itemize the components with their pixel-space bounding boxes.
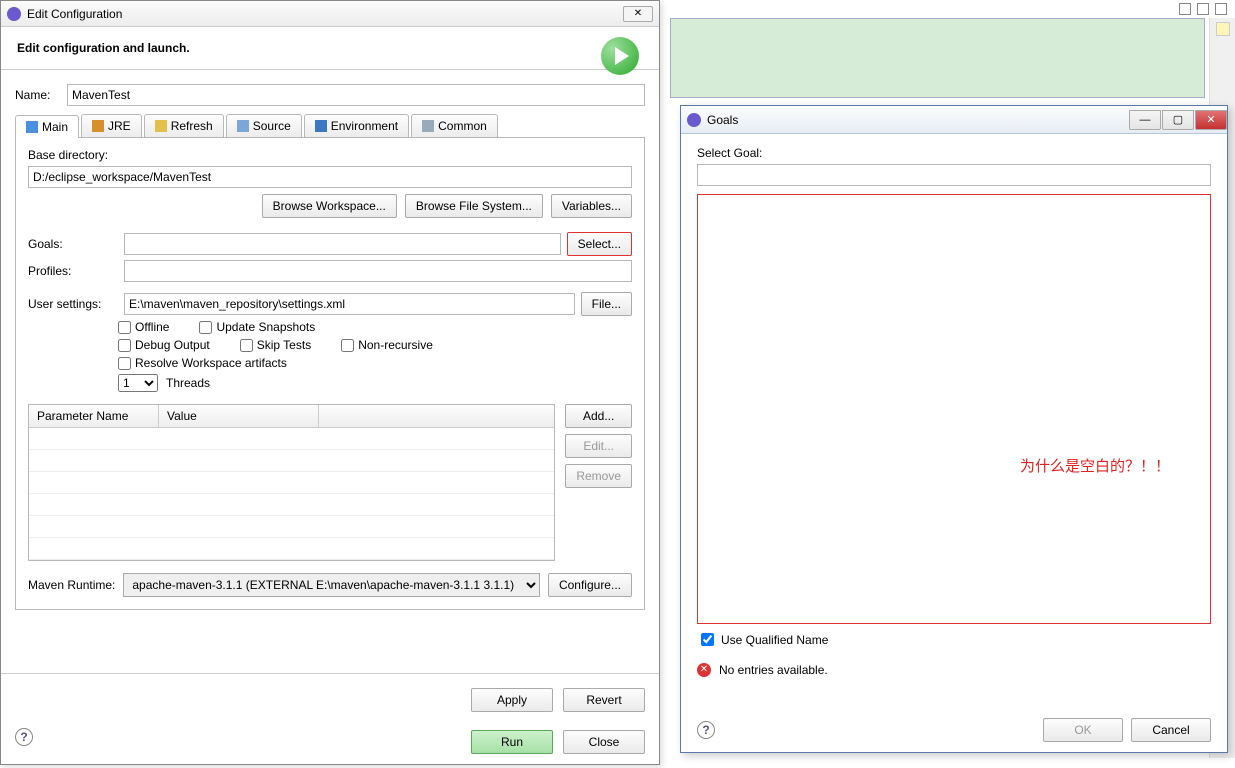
- tab-label: Main: [42, 120, 68, 134]
- maven-runtime-select[interactable]: apache-maven-3.1.1 (EXTERNAL E:\maven\ap…: [123, 573, 540, 597]
- use-qualified-name-checkbox[interactable]: [701, 633, 714, 646]
- tab-main[interactable]: Main: [15, 115, 79, 138]
- table-row[interactable]: [29, 428, 554, 450]
- name-label: Name:: [15, 88, 61, 102]
- configure-button[interactable]: Configure...: [548, 573, 632, 597]
- error-text: No entries available.: [719, 663, 828, 677]
- threads-select[interactable]: 1: [118, 374, 158, 392]
- dialog-titlebar[interactable]: Edit Configuration ✕: [1, 1, 659, 27]
- non-recursive-checkbox[interactable]: Non-recursive: [341, 338, 433, 352]
- eclipse-icon: [7, 7, 21, 21]
- eclipse-icon: [687, 113, 701, 127]
- dialog-title: Edit Configuration: [27, 7, 122, 21]
- col-value[interactable]: Value: [159, 405, 319, 427]
- table-row[interactable]: [29, 538, 554, 560]
- ok-button[interactable]: OK: [1043, 718, 1123, 742]
- tab-label: JRE: [108, 119, 131, 133]
- ide-editor-area: [670, 18, 1205, 98]
- main-icon: [26, 121, 38, 133]
- config-tabs: Main JRE Refresh Source Environment Comm…: [15, 114, 645, 138]
- debug-output-checkbox[interactable]: Debug Output: [118, 338, 210, 352]
- cancel-button[interactable]: Cancel: [1131, 718, 1211, 742]
- jre-icon: [92, 120, 104, 132]
- goals-input[interactable]: [124, 233, 561, 255]
- col-parameter-name[interactable]: Parameter Name: [29, 405, 159, 427]
- close-button[interactable]: ✕: [1195, 110, 1227, 130]
- tab-refresh[interactable]: Refresh: [144, 114, 224, 137]
- help-icon[interactable]: ?: [15, 728, 33, 746]
- dialog-banner: Edit configuration and launch.: [1, 27, 659, 70]
- variables-button[interactable]: Variables...: [551, 194, 632, 218]
- select-goals-button[interactable]: Select...: [567, 232, 632, 256]
- basedir-label: Base directory:: [28, 148, 632, 162]
- add-button[interactable]: Add...: [565, 404, 632, 428]
- main-tab-panel: Base directory: Browse Workspace... Brow…: [15, 137, 645, 610]
- name-input[interactable]: [67, 84, 645, 106]
- usersettings-label: User settings:: [28, 297, 118, 311]
- usersettings-input[interactable]: [124, 293, 575, 315]
- run-icon: [601, 37, 639, 75]
- remove-button[interactable]: Remove: [565, 464, 632, 488]
- ide-btn[interactable]: [1179, 3, 1191, 15]
- source-icon: [237, 120, 249, 132]
- ide-toolbar: [670, 0, 1235, 18]
- maven-runtime-label: Maven Runtime:: [28, 578, 115, 592]
- goals-label: Goals:: [28, 237, 118, 251]
- table-row[interactable]: [29, 494, 554, 516]
- goals-titlebar[interactable]: Goals — ▢ ✕: [681, 106, 1227, 134]
- close-icon[interactable]: ✕: [623, 6, 653, 22]
- apply-button[interactable]: Apply: [471, 688, 553, 712]
- maximize-button[interactable]: ▢: [1162, 110, 1194, 130]
- table-row[interactable]: [29, 516, 554, 538]
- table-row[interactable]: [29, 472, 554, 494]
- resolve-workspace-checkbox[interactable]: Resolve Workspace artifacts: [118, 356, 287, 370]
- update-snapshots-checkbox[interactable]: Update Snapshots: [199, 320, 315, 334]
- select-goal-input[interactable]: [697, 164, 1211, 186]
- edit-configuration-dialog: Edit Configuration ✕ Edit configuration …: [0, 0, 660, 765]
- threads-label: Threads: [166, 376, 210, 390]
- help-icon[interactable]: ?: [697, 721, 715, 739]
- parameters-table[interactable]: Parameter Name Value: [28, 404, 555, 561]
- common-icon: [422, 120, 434, 132]
- file-button[interactable]: File...: [581, 292, 632, 316]
- table-row[interactable]: [29, 450, 554, 472]
- goals-dialog: Goals — ▢ ✕ Select Goal: 为什么是空白的？！！ Use …: [680, 105, 1228, 753]
- close-button[interactable]: Close: [563, 730, 645, 754]
- browse-workspace-button[interactable]: Browse Workspace...: [262, 194, 397, 218]
- tab-label: Environment: [331, 119, 398, 133]
- profiles-input[interactable]: [124, 260, 632, 282]
- goals-title: Goals: [707, 113, 738, 127]
- profiles-label: Profiles:: [28, 264, 118, 278]
- revert-button[interactable]: Revert: [563, 688, 645, 712]
- goals-list[interactable]: 为什么是空白的？！！: [697, 194, 1211, 624]
- ide-btn[interactable]: [1215, 3, 1227, 15]
- tab-common[interactable]: Common: [411, 114, 498, 137]
- error-icon: ✕: [697, 663, 711, 677]
- environment-icon: [315, 120, 327, 132]
- tab-label: Refresh: [171, 119, 213, 133]
- col-spacer: [319, 405, 554, 427]
- tab-label: Source: [253, 119, 291, 133]
- tab-jre[interactable]: JRE: [81, 114, 142, 137]
- scrollbar-thumb[interactable]: [1216, 22, 1230, 36]
- annotation-text: 为什么是空白的？！！: [1020, 455, 1170, 476]
- banner-text: Edit configuration and launch.: [17, 41, 190, 55]
- edit-button[interactable]: Edit...: [565, 434, 632, 458]
- skip-tests-checkbox[interactable]: Skip Tests: [240, 338, 311, 352]
- tab-label: Common: [438, 119, 487, 133]
- refresh-icon: [155, 120, 167, 132]
- tab-source[interactable]: Source: [226, 114, 302, 137]
- tab-environment[interactable]: Environment: [304, 114, 409, 137]
- select-goal-label: Select Goal:: [697, 146, 1211, 160]
- use-qualified-name-label: Use Qualified Name: [721, 633, 828, 647]
- ide-btn[interactable]: [1197, 3, 1209, 15]
- offline-checkbox[interactable]: Offline: [118, 320, 169, 334]
- basedir-input[interactable]: [28, 166, 632, 188]
- run-button[interactable]: Run: [471, 730, 553, 754]
- browse-filesystem-button[interactable]: Browse File System...: [405, 194, 543, 218]
- minimize-button[interactable]: —: [1129, 110, 1161, 130]
